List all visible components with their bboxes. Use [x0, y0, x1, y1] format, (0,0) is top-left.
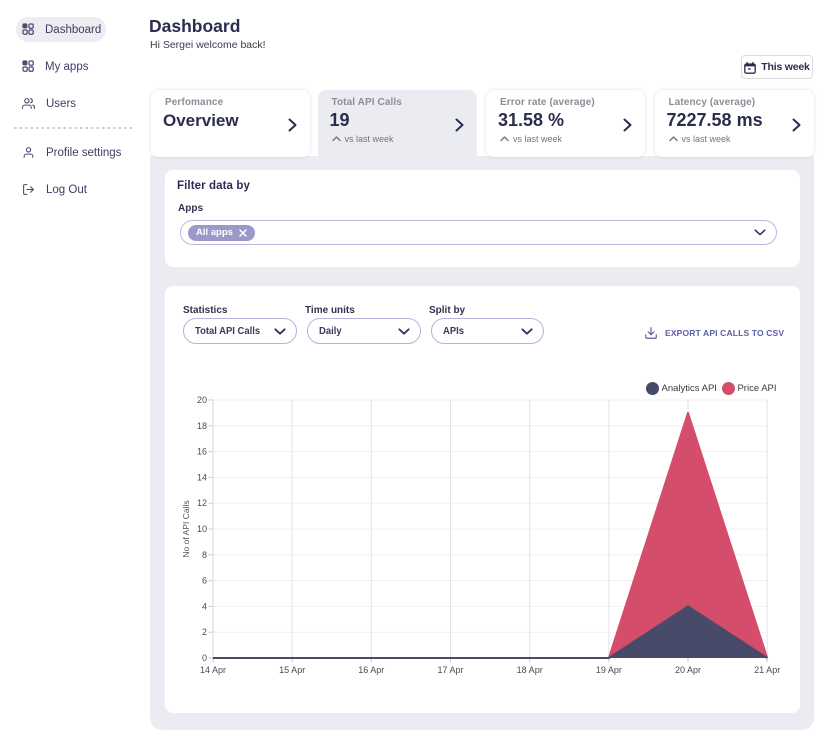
- svg-text:21 Apr: 21 Apr: [754, 665, 780, 675]
- svg-text:14: 14: [197, 472, 207, 482]
- svg-text:17 Apr: 17 Apr: [437, 665, 463, 675]
- svg-text:19 Apr: 19 Apr: [596, 665, 622, 675]
- svg-text:12: 12: [197, 498, 207, 508]
- svg-text:6: 6: [202, 576, 207, 586]
- svg-text:0: 0: [202, 653, 207, 663]
- svg-text:18 Apr: 18 Apr: [517, 665, 543, 675]
- svg-text:15 Apr: 15 Apr: [279, 665, 305, 675]
- svg-text:4: 4: [202, 601, 207, 611]
- svg-text:No of API Calls: No of API Calls: [181, 500, 191, 557]
- svg-text:16 Apr: 16 Apr: [358, 665, 384, 675]
- svg-text:20 Apr: 20 Apr: [675, 665, 701, 675]
- svg-text:10: 10: [197, 524, 207, 534]
- svg-text:18: 18: [197, 421, 207, 431]
- svg-text:16: 16: [197, 447, 207, 457]
- svg-text:8: 8: [202, 550, 207, 560]
- svg-text:20: 20: [197, 395, 207, 405]
- svg-text:2: 2: [202, 627, 207, 637]
- svg-text:14 Apr: 14 Apr: [200, 665, 226, 675]
